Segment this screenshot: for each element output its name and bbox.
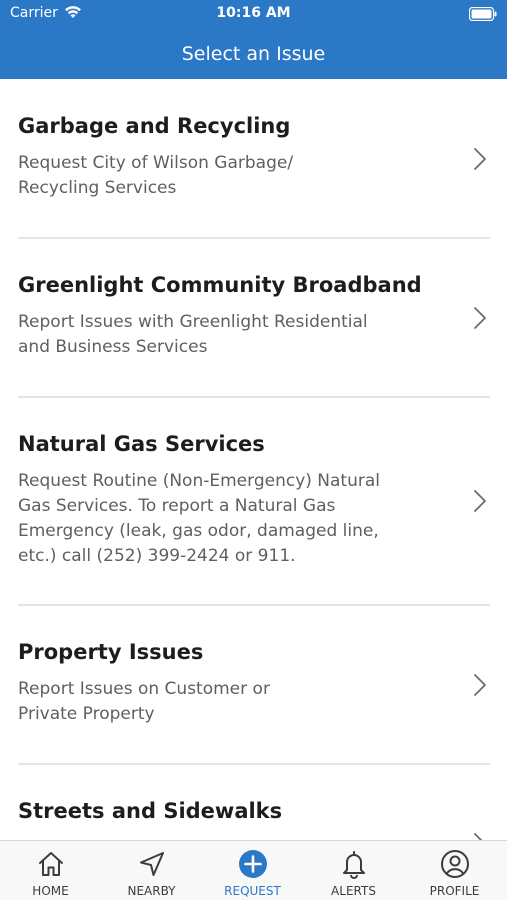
location-arrow-icon bbox=[137, 849, 167, 879]
home-icon bbox=[36, 849, 66, 879]
battery-icon bbox=[468, 6, 497, 25]
issue-description: Report Issues on Customer or Private Pro… bbox=[18, 679, 270, 724]
tab-label: PROFILE bbox=[429, 884, 480, 898]
nav-bar: Select an Issue bbox=[0, 28, 507, 79]
issue-description: Request City of Wilson Garbage/ Recyclin… bbox=[18, 153, 294, 198]
tab-label: ALERTS bbox=[331, 884, 376, 898]
user-icon bbox=[440, 849, 470, 879]
tab-nearby[interactable]: NEARBY bbox=[101, 841, 202, 900]
issue-item-natural-gas[interactable]: Natural Gas Services Request Routine (No… bbox=[0, 398, 507, 604]
tab-profile[interactable]: PROFILE bbox=[404, 841, 505, 900]
tab-label: NEARBY bbox=[127, 884, 176, 898]
chevron-right-icon bbox=[473, 489, 487, 517]
chevron-right-icon bbox=[473, 832, 487, 840]
issue-item-greenlight-broadband[interactable]: Greenlight Community Broadband Report Is… bbox=[0, 239, 507, 396]
tab-label: HOME bbox=[32, 884, 69, 898]
status-time: 10:16 AM bbox=[216, 5, 291, 21]
status-bar: Carrier 10:16 AM bbox=[0, 0, 507, 28]
chevron-right-icon bbox=[473, 147, 487, 175]
issue-title: Streets and Sidewalks bbox=[18, 799, 283, 823]
issue-title: Natural Gas Services bbox=[18, 432, 265, 456]
tab-bar: HOME NEARBY REQUEST ALERTS PROFILE bbox=[0, 840, 507, 900]
tab-label: REQUEST bbox=[224, 884, 281, 898]
tab-alerts[interactable]: ALERTS bbox=[303, 841, 404, 900]
issue-description: Request Routine (Non-Emergency) Natural … bbox=[18, 471, 380, 566]
chevron-right-icon bbox=[473, 673, 487, 701]
issue-title: Property Issues bbox=[18, 640, 204, 664]
page-title: Select an Issue bbox=[181, 42, 326, 65]
tab-home[interactable]: HOME bbox=[0, 841, 101, 900]
issue-item-streets-sidewalks[interactable]: Streets and Sidewalks bbox=[0, 765, 507, 840]
plus-circle-icon bbox=[238, 849, 268, 879]
chevron-right-icon bbox=[473, 306, 487, 334]
tab-request[interactable]: REQUEST bbox=[202, 841, 303, 900]
issue-item-property[interactable]: Property Issues Report Issues on Custome… bbox=[0, 606, 507, 763]
issue-title: Garbage and Recycling bbox=[18, 114, 291, 138]
issue-title: Greenlight Community Broadband bbox=[18, 273, 422, 297]
issue-description: Report Issues with Greenlight Residentia… bbox=[18, 312, 368, 357]
bell-icon bbox=[339, 849, 369, 879]
issue-item-garbage-recycling[interactable]: Garbage and Recycling Request City of Wi… bbox=[0, 79, 507, 237]
issue-list[interactable]: Garbage and Recycling Request City of Wi… bbox=[0, 79, 507, 840]
